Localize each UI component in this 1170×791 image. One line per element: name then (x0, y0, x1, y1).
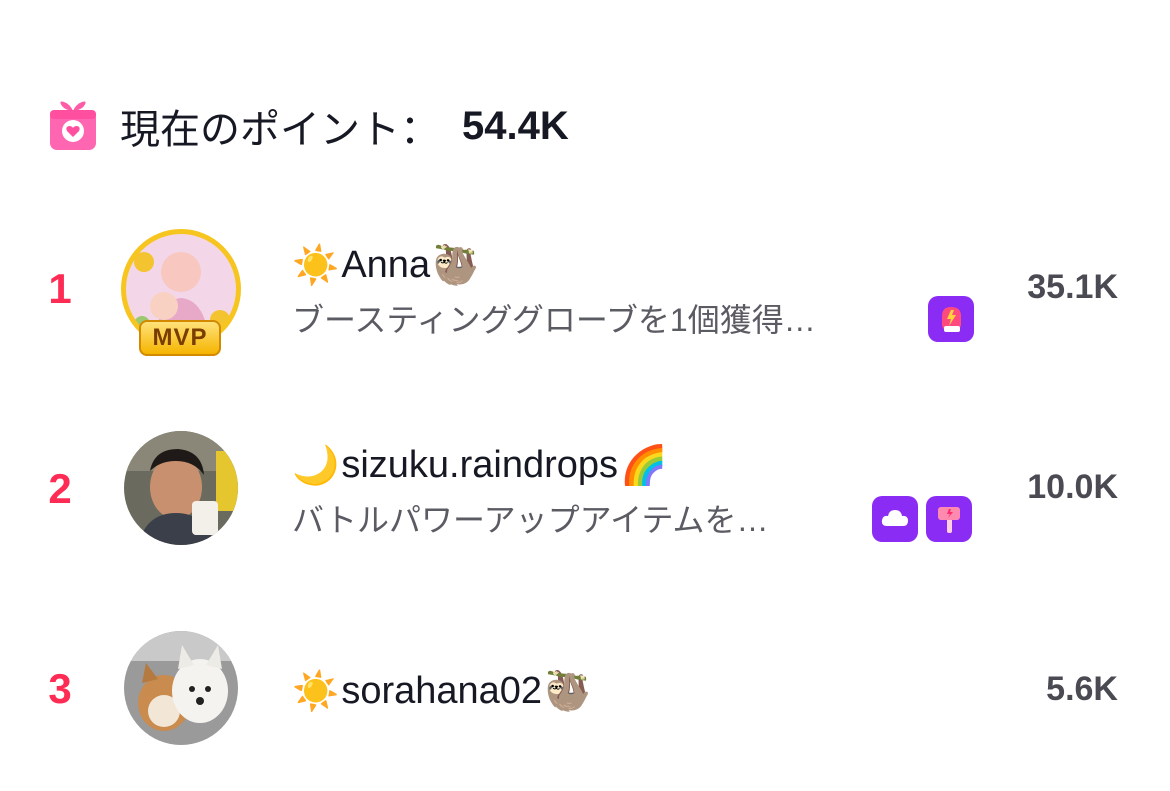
moon-emoji: 🌙 (292, 442, 340, 487)
gift-description: ブースティンググローブを1個獲得… (292, 302, 816, 338)
rank-number: 3 (48, 665, 72, 712)
ranking-row-2[interactable]: 2 🌙 sizuku.raindrops 🌈 バトルパワーアップアイテムを… 1… (0, 414, 1170, 564)
sloth-emoji: 🦥 (432, 242, 480, 287)
username: sizuku.raindrops (341, 443, 619, 486)
score: 5.6K (1046, 669, 1118, 708)
boxing-glove-icon (928, 296, 974, 342)
avatar[interactable] (124, 431, 238, 545)
score: 10.0K (1027, 467, 1118, 506)
ranking-row-1[interactable]: 1 MVP ☀️ Anna 🦥 ブースティンググローブを1個獲得… 35.1K (0, 214, 1170, 364)
ranking-row-3[interactable]: 3 ☀️ sorahana02 🦥 5.6K (0, 614, 1170, 764)
current-points-header: 現在のポイント： 54.4K (48, 96, 569, 156)
avatar[interactable] (124, 631, 238, 745)
username: sorahana02 (341, 669, 543, 712)
sloth-emoji: 🦥 (544, 668, 592, 713)
gift-ranking-panel: 現在のポイント： 54.4K 1 MVP ☀️ Anna 🦥 ブースティンググロ… (0, 0, 1170, 791)
username-line[interactable]: ☀️ sorahana02 🦥 (290, 666, 593, 716)
cloud-icon (872, 496, 918, 542)
rank-number: 1 (48, 265, 72, 312)
username: Anna (341, 243, 431, 286)
sun-emoji: ☀️ (292, 242, 340, 287)
hammer-icon (926, 496, 972, 542)
gift-description: バトルパワーアップアイテムを… (292, 502, 769, 538)
username-line[interactable]: 🌙 sizuku.raindrops 🌈 (290, 440, 669, 490)
mvp-badge: MVP (139, 320, 221, 356)
rank-number: 2 (48, 465, 72, 512)
score: 35.1K (1027, 267, 1118, 306)
rainbow-emoji: 🌈 (620, 442, 668, 487)
points-value: 54.4K (462, 103, 569, 148)
sun-emoji: ☀️ (292, 668, 340, 713)
points-label: 現在のポイント： (120, 108, 440, 152)
gift-box-icon (50, 101, 96, 150)
username-line[interactable]: ☀️ Anna 🦥 (290, 240, 481, 290)
